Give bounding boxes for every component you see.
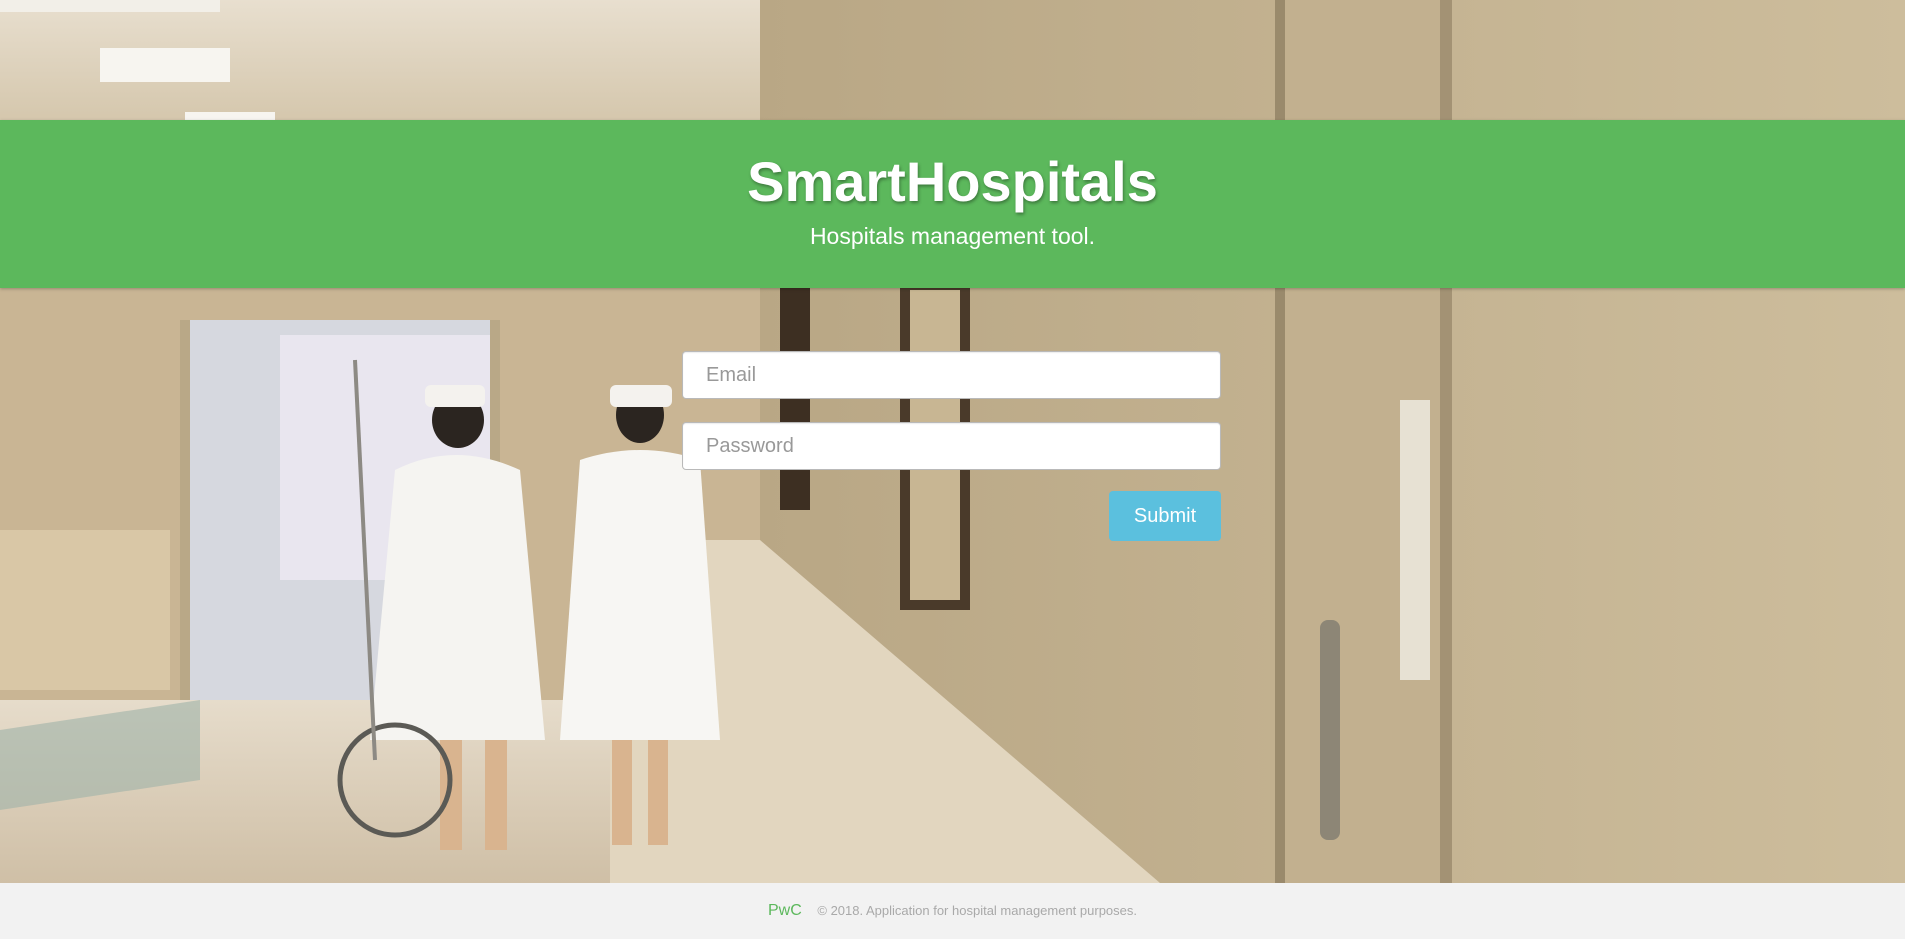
footer-copyright: © 2018. Application for hospital managem… <box>817 903 1138 918</box>
submit-row: Submit <box>682 491 1221 541</box>
login-form: Submit <box>682 351 1221 541</box>
submit-button[interactable]: Submit <box>1109 491 1221 541</box>
header-banner: SmartHospitals Hospitals management tool… <box>0 120 1905 288</box>
login-page: SmartHospitals Hospitals management tool… <box>0 0 1905 939</box>
footer-brand: PwC <box>767 902 802 919</box>
footer: PwC © 2018. Application for hospital man… <box>0 883 1905 939</box>
app-subtitle: Hospitals management tool. <box>809 223 1096 249</box>
password-input[interactable] <box>682 422 1221 470</box>
email-input[interactable] <box>682 351 1221 399</box>
app-title: SmartHospitals <box>747 150 1158 213</box>
